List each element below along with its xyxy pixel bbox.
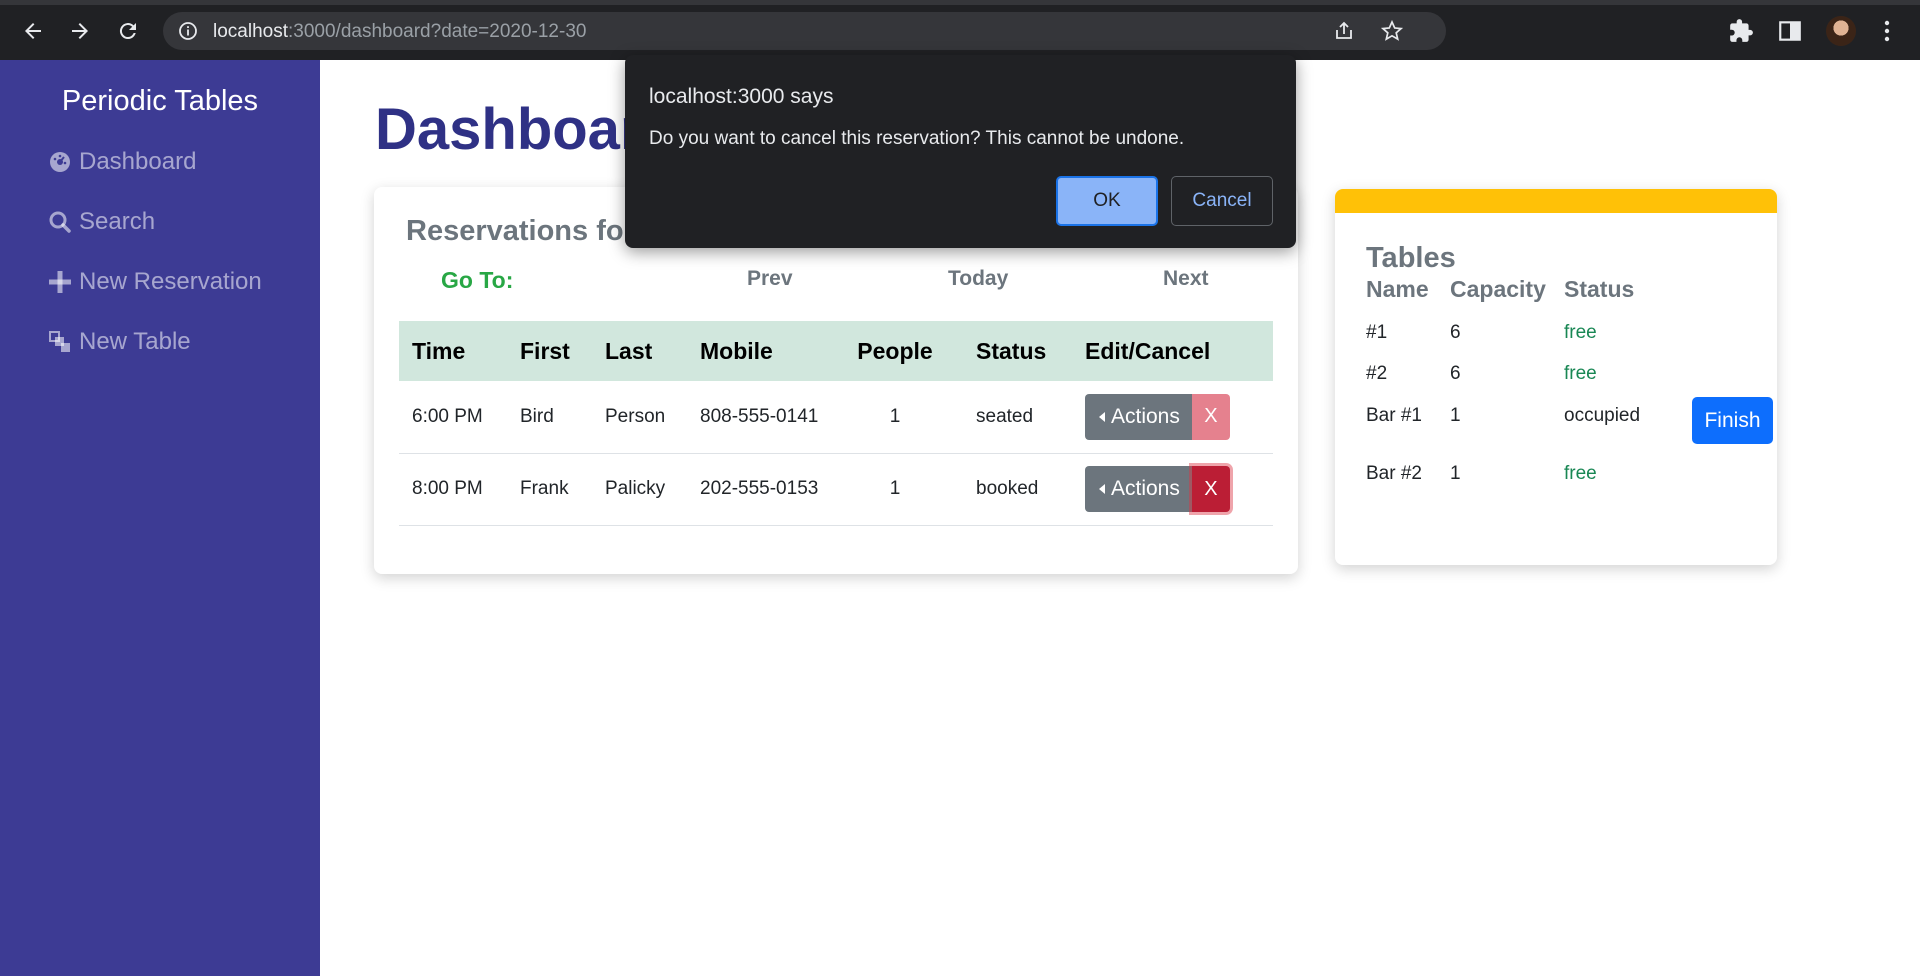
goto-label: Go To: <box>441 267 514 293</box>
actions-button-group: Actions X <box>1085 393 1230 440</box>
table-status: free <box>1564 322 1597 343</box>
table-capacity: 1 <box>1450 405 1461 426</box>
extensions-icon[interactable] <box>1728 18 1754 44</box>
menu-kebab-icon[interactable] <box>1880 18 1894 44</box>
dashboard-icon <box>47 149 73 175</box>
column-header: Status <box>1564 275 1635 302</box>
cancel-reservation-button[interactable]: X <box>1191 466 1230 512</box>
table-capacity: 1 <box>1450 463 1461 484</box>
column-header: Name <box>1366 275 1429 302</box>
column-header: Time <box>399 321 507 381</box>
browser-toolbar: localhost:3000/dashboard?date=2020-12-30 <box>0 0 1920 60</box>
reservation-last-name: Palicky <box>592 453 687 526</box>
sidebar-item-dashboard[interactable]: Dashboard <box>47 148 196 176</box>
table-status: occupied <box>1564 405 1641 426</box>
table-name: #1 <box>1366 322 1388 343</box>
reservation-first-name: Bird <box>507 381 592 454</box>
confirm-dialog: localhost:3000 says Do you want to cance… <box>625 55 1296 248</box>
tables-icon <box>47 329 73 355</box>
column-header: Last <box>592 321 687 381</box>
share-icon[interactable] <box>1333 20 1355 42</box>
table-name: Bar #1 <box>1366 405 1422 426</box>
back-arrow-icon <box>25 23 41 39</box>
table-capacity: 6 <box>1450 363 1461 384</box>
dialog-ok-button[interactable]: OK <box>1056 176 1158 226</box>
reservation-people: 1 <box>827 453 963 526</box>
reservation-first-name: Frank <box>507 453 592 526</box>
table-name: Bar #2 <box>1366 463 1422 484</box>
brand-title[interactable]: Periodic Tables <box>0 85 320 118</box>
forward-button[interactable] <box>65 16 95 46</box>
actions-label: Actions <box>1111 477 1180 500</box>
column-header: Capacity <box>1450 275 1546 302</box>
address-bar[interactable]: localhost:3000/dashboard?date=2020-12-30 <box>163 12 1446 50</box>
sidebar-item-new-table[interactable]: New Table <box>47 328 191 356</box>
info-icon[interactable] <box>178 21 198 41</box>
column-header: Status <box>963 321 1072 381</box>
sidebar-item-label: New Table <box>79 328 191 355</box>
reservation-time: 6:00 PM <box>399 381 507 454</box>
table-capacity: 6 <box>1450 322 1461 343</box>
forward-arrow-icon <box>72 23 88 39</box>
sidebar-item-label: New Reservation <box>79 268 262 295</box>
actions-dropdown-button[interactable]: Actions <box>1085 393 1192 440</box>
actions-label: Actions <box>1111 404 1180 428</box>
sidebar-item-label: Dashboard <box>79 148 197 175</box>
profile-avatar[interactable] <box>1826 16 1856 46</box>
sidebar-item-new-reservation[interactable]: New Reservation <box>47 268 262 296</box>
reservation-actions-cell: Actions X <box>1072 381 1273 454</box>
plus-icon <box>47 269 73 295</box>
reservation-status: seated <box>963 381 1072 454</box>
today-button[interactable]: Today <box>948 267 1008 291</box>
finish-button[interactable]: Finish <box>1692 397 1773 444</box>
search-icon <box>47 209 73 235</box>
side-panel-icon[interactable] <box>1777 18 1803 44</box>
reload-icon <box>119 23 136 40</box>
actions-dropdown-button[interactable]: Actions <box>1085 466 1192 512</box>
reservation-mobile: 202-555-0153 <box>687 453 827 526</box>
url-text[interactable]: localhost:3000/dashboard?date=2020-12-30 <box>213 21 586 43</box>
column-header: Edit/Cancel <box>1072 321 1273 381</box>
sidebar <box>0 60 320 976</box>
cancel-reservation-button[interactable]: X <box>1191 393 1230 440</box>
bookmark-star-icon[interactable] <box>1381 20 1403 42</box>
tab-strip <box>0 0 1920 5</box>
back-button[interactable] <box>18 16 48 46</box>
reload-button[interactable] <box>113 16 143 46</box>
reservation-people: 1 <box>827 381 963 454</box>
column-header: First <box>507 321 592 381</box>
table-status: free <box>1564 463 1597 484</box>
actions-button-group: Actions X <box>1085 466 1230 512</box>
dialog-cancel-button[interactable]: Cancel <box>1171 176 1273 226</box>
tables-card: Tables Name Capacity Status #1 6 free #2… <box>1335 189 1777 565</box>
dialog-message: Do you want to cancel this reservation? … <box>649 128 1185 149</box>
column-header: People <box>827 321 963 381</box>
caret-left-icon <box>1099 411 1105 422</box>
reservations-table: Time First Last Mobile People Status Edi… <box>399 321 1273 526</box>
reservation-mobile: 808-555-0141 <box>687 381 827 454</box>
reservation-actions-cell: Actions X <box>1072 453 1273 526</box>
reservations-heading: Reservations for <box>406 215 635 247</box>
reservation-time: 8:00 PM <box>399 453 507 526</box>
sidebar-item-search[interactable]: Search <box>47 208 155 236</box>
table-name: #2 <box>1366 363 1388 384</box>
sidebar-item-label: Search <box>79 208 156 235</box>
table-status: free <box>1564 363 1597 384</box>
reservation-status: booked <box>963 453 1072 526</box>
card-accent-bar <box>1335 189 1777 213</box>
table-header-row: Time First Last Mobile People Status Edi… <box>399 321 1273 381</box>
table-row: 6:00 PM Bird Person 808-555-0141 1 seate… <box>399 381 1273 454</box>
table-row: 8:00 PM Frank Palicky 202-555-0153 1 boo… <box>399 453 1273 526</box>
next-day-button[interactable]: Next <box>1163 267 1209 291</box>
prev-day-button[interactable]: Prev <box>747 267 793 291</box>
reservation-last-name: Person <box>592 381 687 454</box>
dialog-title: localhost:3000 says <box>649 85 834 108</box>
column-header: Mobile <box>687 321 827 381</box>
caret-left-icon <box>1099 484 1105 494</box>
tables-heading: Tables <box>1366 242 1456 274</box>
